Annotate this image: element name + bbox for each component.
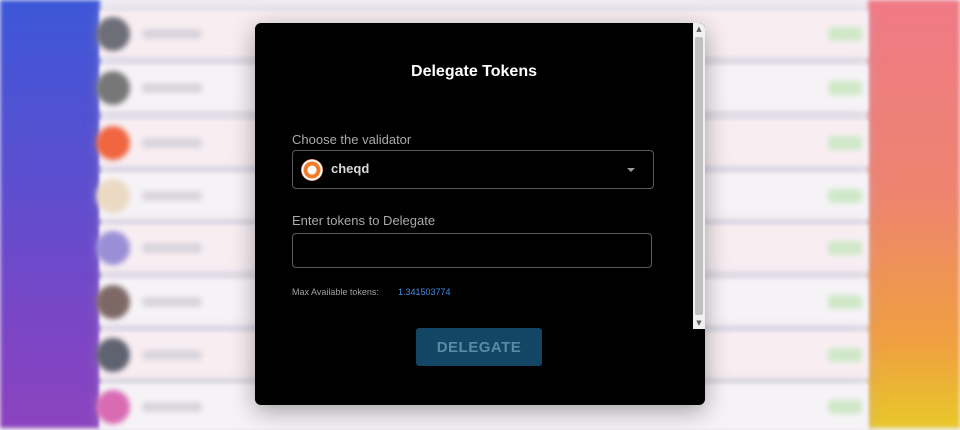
blurred-badge xyxy=(828,400,862,414)
blurred-badge xyxy=(828,241,862,255)
blurred-avatar xyxy=(96,71,130,105)
validator-label: Choose the validator xyxy=(292,132,412,147)
cheqd-logo-icon xyxy=(301,159,323,181)
blurred-text xyxy=(142,138,202,148)
modal-scrollbar[interactable]: ▲ ▼ xyxy=(693,23,705,329)
delegate-tokens-modal: Delegate Tokens Choose the validator che… xyxy=(255,23,705,405)
max-available-label: Max Available tokens: xyxy=(292,287,379,297)
blurred-text xyxy=(142,402,202,412)
scroll-up-arrow-icon[interactable]: ▲ xyxy=(693,23,705,35)
blurred-text xyxy=(142,297,202,307)
blurred-text xyxy=(142,191,202,201)
background-gradient-right xyxy=(868,0,960,428)
blurred-avatar xyxy=(96,126,130,160)
blurred-avatar xyxy=(96,231,130,265)
background-gradient-left xyxy=(0,0,100,428)
blurred-badge xyxy=(828,136,862,150)
blurred-text xyxy=(142,29,202,39)
chevron-down-icon[interactable] xyxy=(627,168,635,172)
tokens-input[interactable] xyxy=(292,233,652,268)
blurred-badge xyxy=(828,295,862,309)
blurred-text xyxy=(142,243,202,253)
delegate-button[interactable]: DELEGATE xyxy=(416,328,542,366)
blurred-text xyxy=(142,83,202,93)
scroll-down-arrow-icon[interactable]: ▼ xyxy=(693,317,705,329)
blurred-badge xyxy=(828,27,862,41)
blurred-badge xyxy=(828,189,862,203)
blurred-avatar xyxy=(96,390,130,424)
max-available-value[interactable]: 1.341503774 xyxy=(398,287,451,297)
blurred-text xyxy=(142,350,202,360)
blurred-avatar xyxy=(96,338,130,372)
blurred-avatar xyxy=(96,17,130,51)
selected-validator: cheqd xyxy=(331,161,370,176)
blurred-avatar xyxy=(96,179,130,213)
tokens-label: Enter tokens to Delegate xyxy=(292,213,436,228)
blurred-avatar xyxy=(96,285,130,319)
validator-select[interactable]: cheqd xyxy=(292,150,654,189)
modal-title: Delegate Tokens xyxy=(411,63,537,80)
blurred-badge xyxy=(828,81,862,95)
blurred-badge xyxy=(828,348,862,362)
scrollbar-thumb[interactable] xyxy=(695,37,703,315)
